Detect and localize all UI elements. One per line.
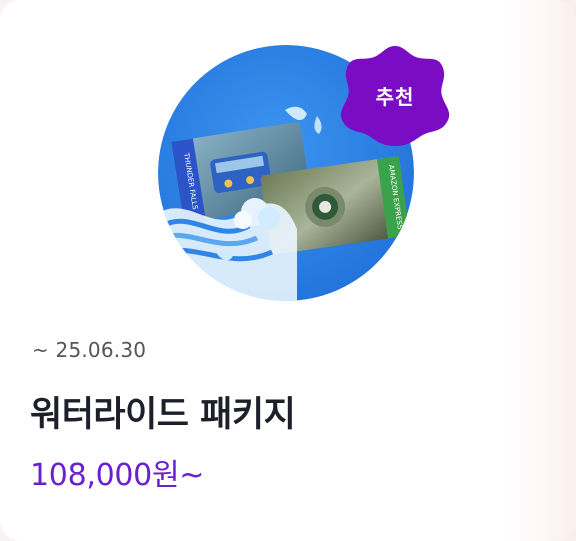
product-card[interactable]: THUNDER FALLS AMAZON EXPRESS 추천 ~ 25.06.… <box>0 0 576 541</box>
badge-label: 추천 <box>375 84 415 109</box>
recommended-badge: 추천 <box>335 42 455 148</box>
product-price: 108,000원~ <box>30 458 205 493</box>
card-edge-shade <box>506 0 576 541</box>
product-title[interactable]: 워터라이드 패키지 <box>30 386 296 437</box>
sale-period: ~ 25.06.30 <box>32 338 147 362</box>
